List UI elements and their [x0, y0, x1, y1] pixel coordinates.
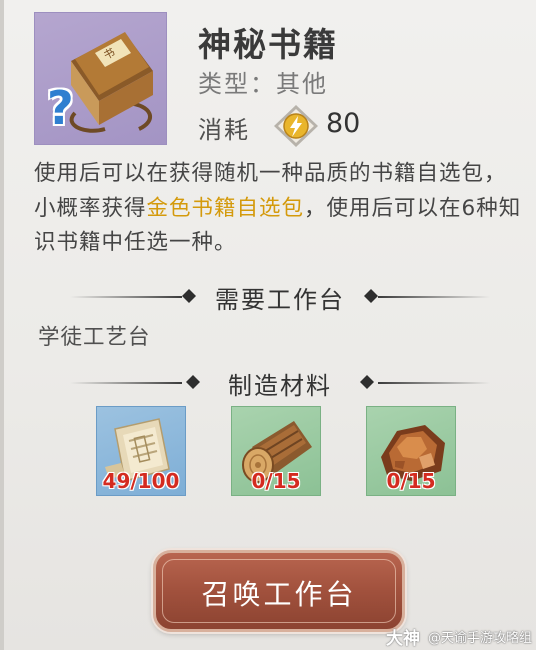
lightning-currency-icon [272, 104, 320, 148]
required-workbench-name: 学徒工艺台 [38, 325, 151, 350]
material-count: 0/15 [251, 469, 301, 493]
item-type: 类型：其他 [198, 70, 328, 98]
summon-workbench-label: 召唤工作台 [201, 578, 357, 611]
material-slot-blueprint[interactable]: 49/100 [96, 406, 186, 496]
divider-line-right [378, 382, 490, 384]
cost-label: 消耗 [198, 116, 250, 144]
item-title: 神秘书籍 [198, 25, 338, 64]
watermark-text: @天谕手游攻略组 [428, 631, 533, 646]
watermark-logo: 大神 [386, 629, 420, 649]
panel-left-edge [0, 0, 4, 650]
materials-section-header: 制造材料 [70, 366, 490, 400]
material-count: 49/100 [102, 469, 180, 493]
workbench-section-header: 需要工作台 [70, 280, 490, 314]
material-slot-wood[interactable]: 0/15 [231, 406, 321, 496]
question-mark-icon: ? [47, 81, 74, 135]
description-highlight: 金色书籍自选包 [146, 195, 305, 221]
cost-value: 80 [326, 108, 361, 139]
material-slot-ore[interactable]: 0/15 [366, 406, 456, 496]
divider-line-right [378, 296, 490, 298]
diamond-icon [364, 289, 378, 303]
item-description: 使用后可以在获得随机一种品质的书籍自选包，小概率获得金色书籍自选包，使用后可以在… [34, 157, 524, 261]
summon-workbench-button[interactable]: 召唤工作台 [153, 550, 405, 632]
material-count: 0/15 [386, 469, 436, 493]
item-icon-slot[interactable]: 书 ? [34, 12, 167, 145]
diamond-icon [360, 375, 374, 389]
